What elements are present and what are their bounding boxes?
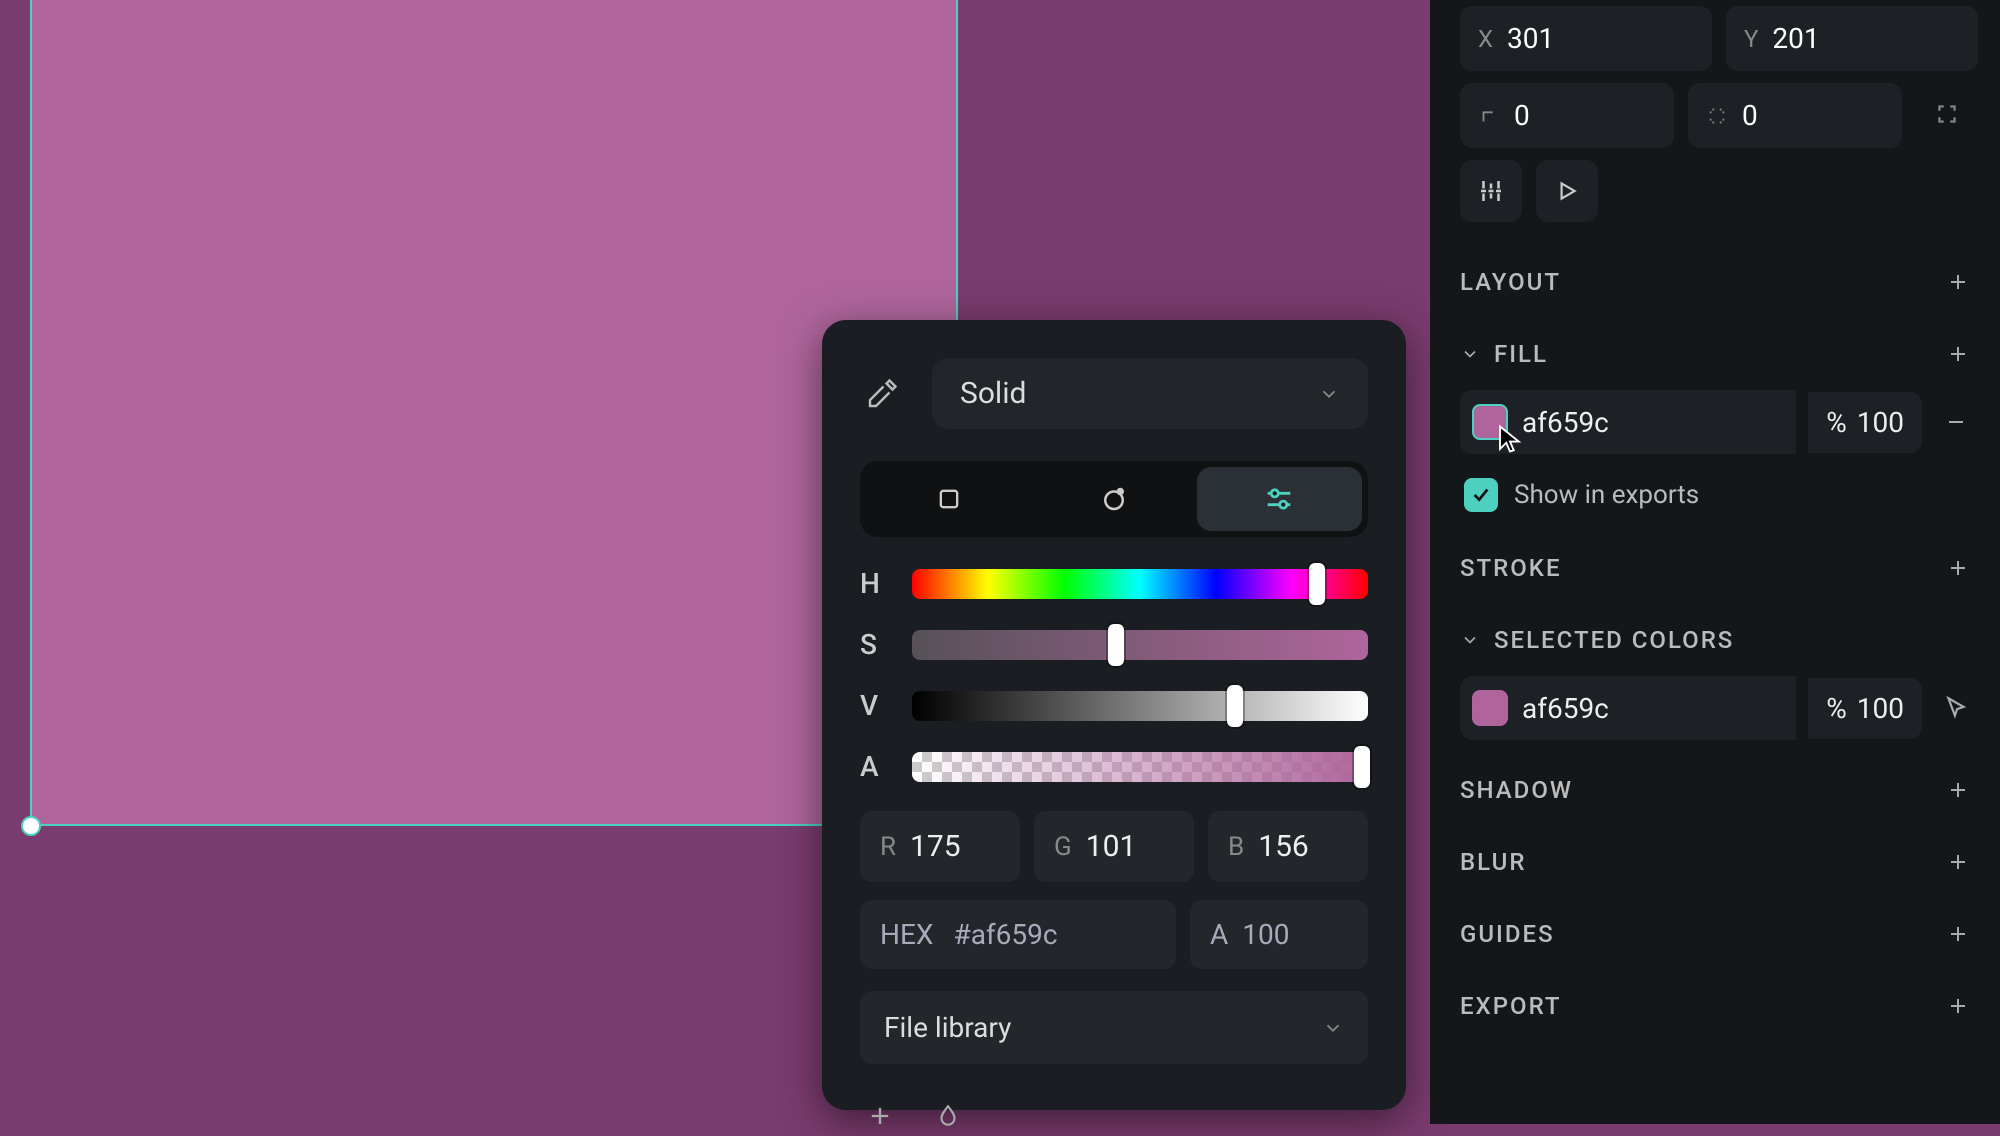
fill-type-label: Solid	[960, 376, 1026, 411]
rotation-icon	[1478, 105, 1500, 127]
fill-opacity-input[interactable]: %100	[1808, 392, 1922, 453]
add-guides-button[interactable]	[1946, 922, 1970, 946]
color-mode-tabs	[860, 461, 1368, 537]
color-library-select[interactable]: File library	[860, 991, 1368, 1064]
fill-swatch-icon	[1472, 404, 1508, 440]
eyedropper-button[interactable]	[860, 372, 904, 416]
r-input[interactable]: R175	[860, 811, 1020, 882]
radius-input[interactable]: 0	[1688, 83, 1902, 148]
hue-slider[interactable]	[912, 569, 1368, 599]
chevron-down-icon	[1318, 383, 1340, 405]
expand-radii-button[interactable]	[1916, 83, 1978, 145]
guides-section-header: GUIDES	[1460, 898, 1978, 970]
selected-colors-section-header: SELECTED COLORS	[1460, 604, 1978, 676]
export-section-header: EXPORT	[1460, 970, 1978, 1042]
show-in-exports-label: Show in exports	[1514, 480, 1699, 510]
droplet-button[interactable]	[928, 1096, 968, 1136]
fill-section-header: FILL	[1460, 318, 1978, 390]
alpha-input[interactable]: A100	[1190, 900, 1368, 969]
play-button[interactable]	[1536, 160, 1598, 222]
rotation-input[interactable]: 0	[1460, 83, 1674, 148]
guides-title: GUIDES	[1460, 920, 1555, 948]
shadow-section-header: SHADOW	[1460, 754, 1978, 826]
stroke-section-header: STROKE	[1460, 532, 1978, 604]
inspector-panel: X301 Y201 0 0 LAYOUT FILL af659c %100	[1430, 0, 2000, 1124]
g-input[interactable]: G101	[1034, 811, 1194, 882]
saturation-slider[interactable]	[912, 630, 1368, 660]
selected-opacity-input[interactable]: %100	[1808, 678, 1922, 739]
add-export-button[interactable]	[1946, 994, 1970, 1018]
canvas-resize-handle-bl[interactable]	[21, 816, 41, 836]
add-shadow-button[interactable]	[1946, 778, 1970, 802]
layout-title: LAYOUT	[1460, 268, 1561, 296]
radius-icon	[1706, 105, 1728, 127]
chevron-down-icon	[1322, 1017, 1344, 1039]
show-in-exports-checkbox[interactable]	[1464, 478, 1498, 512]
value-label: V	[860, 689, 888, 722]
b-input[interactable]: B156	[1208, 811, 1368, 882]
selected-colors-title: SELECTED COLORS	[1494, 626, 1734, 654]
canvas-selected-rect[interactable]	[30, 0, 958, 826]
selected-swatch-icon	[1472, 690, 1508, 726]
chevron-down-icon[interactable]	[1460, 344, 1480, 364]
add-fill-button[interactable]	[1946, 342, 1970, 366]
color-tab-sliders[interactable]	[1197, 467, 1362, 531]
fill-item: af659c %100	[1460, 390, 1978, 454]
remove-fill-button[interactable]	[1934, 391, 1978, 453]
export-title: EXPORT	[1460, 992, 1562, 1020]
color-tab-wheel[interactable]	[1031, 467, 1196, 531]
x-input[interactable]: X301	[1460, 6, 1712, 71]
hue-label: H	[860, 567, 888, 600]
alpha-label: A	[860, 750, 888, 783]
selected-color-item: af659c %100	[1460, 676, 1978, 740]
alpha-slider[interactable]	[912, 752, 1368, 782]
hex-input[interactable]: HEX#af659c	[860, 900, 1176, 969]
saturation-label: S	[860, 628, 888, 661]
color-tab-square[interactable]	[866, 467, 1031, 531]
layout-section-header: LAYOUT	[1460, 246, 1978, 318]
fill-hex-label: af659c	[1522, 406, 1609, 439]
y-input[interactable]: Y201	[1726, 6, 1978, 71]
add-swatch-button[interactable]	[860, 1096, 900, 1136]
fill-color-button[interactable]: af659c	[1460, 390, 1796, 454]
add-layout-button[interactable]	[1946, 270, 1970, 294]
shadow-title: SHADOW	[1460, 776, 1573, 804]
auto-layout-button[interactable]	[1460, 160, 1522, 222]
blur-section-header: BLUR	[1460, 826, 1978, 898]
blur-title: BLUR	[1460, 848, 1526, 876]
fill-type-select[interactable]: Solid	[932, 358, 1368, 429]
add-stroke-button[interactable]	[1946, 556, 1970, 580]
select-color-cursor-button[interactable]	[1934, 677, 1978, 739]
color-library-label: File library	[884, 1011, 1011, 1044]
chevron-down-icon[interactable]	[1460, 630, 1480, 650]
stroke-title: STROKE	[1460, 554, 1562, 582]
add-blur-button[interactable]	[1946, 850, 1970, 874]
selected-color-button[interactable]: af659c	[1460, 676, 1796, 740]
fill-title: FILL	[1494, 340, 1548, 368]
color-picker-panel: Solid H S V A R175 G101 B156	[822, 320, 1406, 1110]
selected-hex-label: af659c	[1522, 692, 1609, 725]
value-slider[interactable]	[912, 691, 1368, 721]
